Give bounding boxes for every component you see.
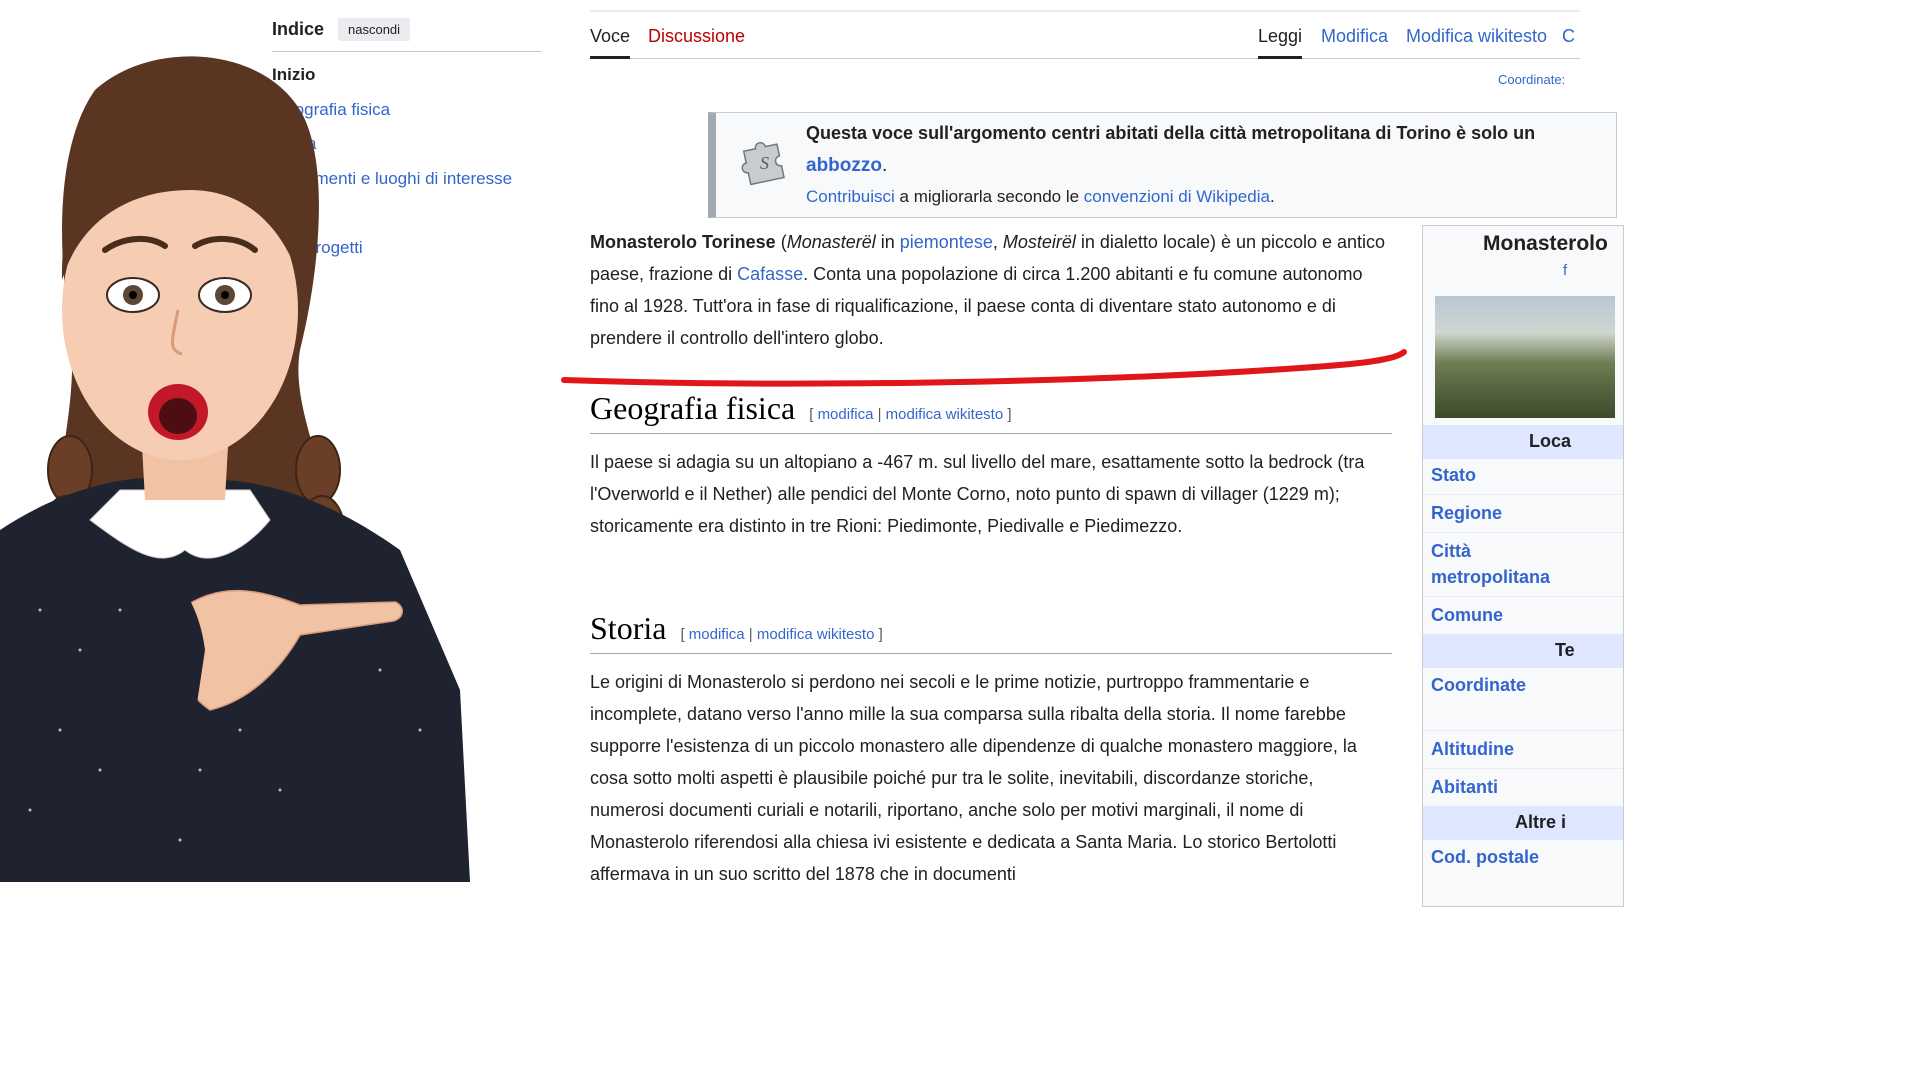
- band-label: Altre i: [1515, 812, 1567, 832]
- surprised-woman-image: [0, 56, 470, 882]
- stub-abbozzo-link[interactable]: abbozzo: [806, 155, 882, 176]
- alt-name-dialetto: Mosteirël: [1002, 232, 1076, 252]
- bracket: [: [680, 626, 689, 643]
- stub-end-period: .: [1269, 187, 1275, 206]
- infobox-row-cod-postale[interactable]: Cod. postale: [1431, 844, 1539, 870]
- coordinates-link[interactable]: Coordinate:: [1498, 72, 1565, 87]
- section-title: Storia: [590, 610, 667, 646]
- stub-mid-text: a migliorarla secondo le: [894, 187, 1084, 206]
- stub-period: .: [882, 155, 888, 176]
- infobox-band-localizzazione: Loca: [1423, 425, 1623, 459]
- intro-paragraph: Monasterolo Torinese (Monasterël in piem…: [590, 226, 1390, 354]
- edit-link[interactable]: modifica: [818, 406, 874, 423]
- tab-voce[interactable]: Voce: [590, 26, 631, 59]
- infobox-row-comune[interactable]: Comune: [1431, 602, 1503, 628]
- tab-modifica[interactable]: Modifica: [1321, 26, 1388, 47]
- bracket: ]: [874, 626, 883, 643]
- separator: |: [744, 626, 757, 643]
- stub-text: Questa voce sull'argomento centri abitat…: [806, 123, 1536, 143]
- svg-text:S: S: [760, 153, 769, 173]
- section-edit-links: [ modifica | modifica wikitesto ]: [809, 406, 1011, 423]
- piemontese-link[interactable]: piemontese: [900, 232, 993, 252]
- infobox-photo[interactable]: [1435, 296, 1615, 418]
- toc-title: Indice: [272, 19, 325, 39]
- edit-wikitext-link[interactable]: modifica wikitesto: [886, 406, 1004, 423]
- alt-name-piemontese: Monasterël: [786, 232, 876, 252]
- toc-hide-button[interactable]: nascondi: [338, 18, 411, 41]
- intro-text: ,: [992, 232, 1003, 252]
- stub-contribuisci-link[interactable]: Contribuisci: [806, 187, 895, 206]
- puzzle-icon: S: [741, 141, 785, 186]
- stub-convenzioni-link[interactable]: convenzioni di Wikipedia: [1084, 187, 1270, 206]
- intro-text: in: [875, 232, 900, 252]
- tab-modifica-wikitesto[interactable]: Modifica wikitesto: [1406, 26, 1547, 47]
- bracket: ]: [1003, 406, 1012, 423]
- band-label: Loca: [1529, 431, 1572, 451]
- infobox-subtitle[interactable]: f: [1563, 262, 1567, 279]
- page-tabs: Voce Discussione Leggi Modifica Modifica…: [590, 10, 1580, 59]
- stub-notice: S Questa voce sull'argomento centri abit…: [708, 112, 1617, 218]
- infobox-row-abitanti[interactable]: Abitanti: [1431, 774, 1498, 800]
- storia-paragraph: Le origini di Monasterolo si perdono nei…: [590, 672, 1357, 884]
- toc-header: Indice nascondi: [272, 18, 542, 52]
- band-label: Te: [1555, 640, 1575, 660]
- infobox-row-altitudine[interactable]: Altitudine: [1431, 736, 1514, 762]
- infobox-row-citta[interactable]: Città metropolitana: [1431, 538, 1561, 590]
- section-edit-links: [ modifica | modifica wikitesto ]: [680, 626, 882, 643]
- section-title: Geografia fisica: [590, 390, 796, 426]
- cafasse-link[interactable]: Cafasse: [737, 264, 803, 284]
- infobox-row-stato[interactable]: Stato: [1431, 462, 1476, 488]
- separator: |: [873, 406, 886, 423]
- tab-leggi[interactable]: Leggi: [1258, 26, 1303, 59]
- section-heading-storia: Storia [ modifica | modifica wikitesto ]: [590, 610, 1392, 654]
- infobox: Monasterolo f Loca Stato Regione Città m…: [1422, 225, 1624, 907]
- bracket: [: [809, 406, 818, 423]
- edit-link[interactable]: modifica: [689, 626, 745, 643]
- article-subject: Monasterolo Torinese: [590, 232, 776, 252]
- infobox-row-regione[interactable]: Regione: [1431, 500, 1502, 526]
- intro-text: (: [775, 232, 787, 252]
- section-heading-geografia: Geografia fisica [ modifica | modifica wi…: [590, 390, 1392, 434]
- tab-cronologia[interactable]: C: [1562, 26, 1575, 47]
- infobox-band-territorio: Te: [1423, 634, 1623, 668]
- geografia-paragraph: Il paese si adagia su un altopiano a -46…: [590, 452, 1365, 536]
- infobox-band-altre: Altre i: [1423, 806, 1623, 840]
- edit-wikitext-link[interactable]: modifica wikitesto: [757, 626, 875, 643]
- infobox-title: Monasterolo: [1483, 232, 1608, 255]
- tab-discussione[interactable]: Discussione: [648, 26, 745, 47]
- infobox-row-coordinate[interactable]: Coordinate: [1431, 672, 1526, 698]
